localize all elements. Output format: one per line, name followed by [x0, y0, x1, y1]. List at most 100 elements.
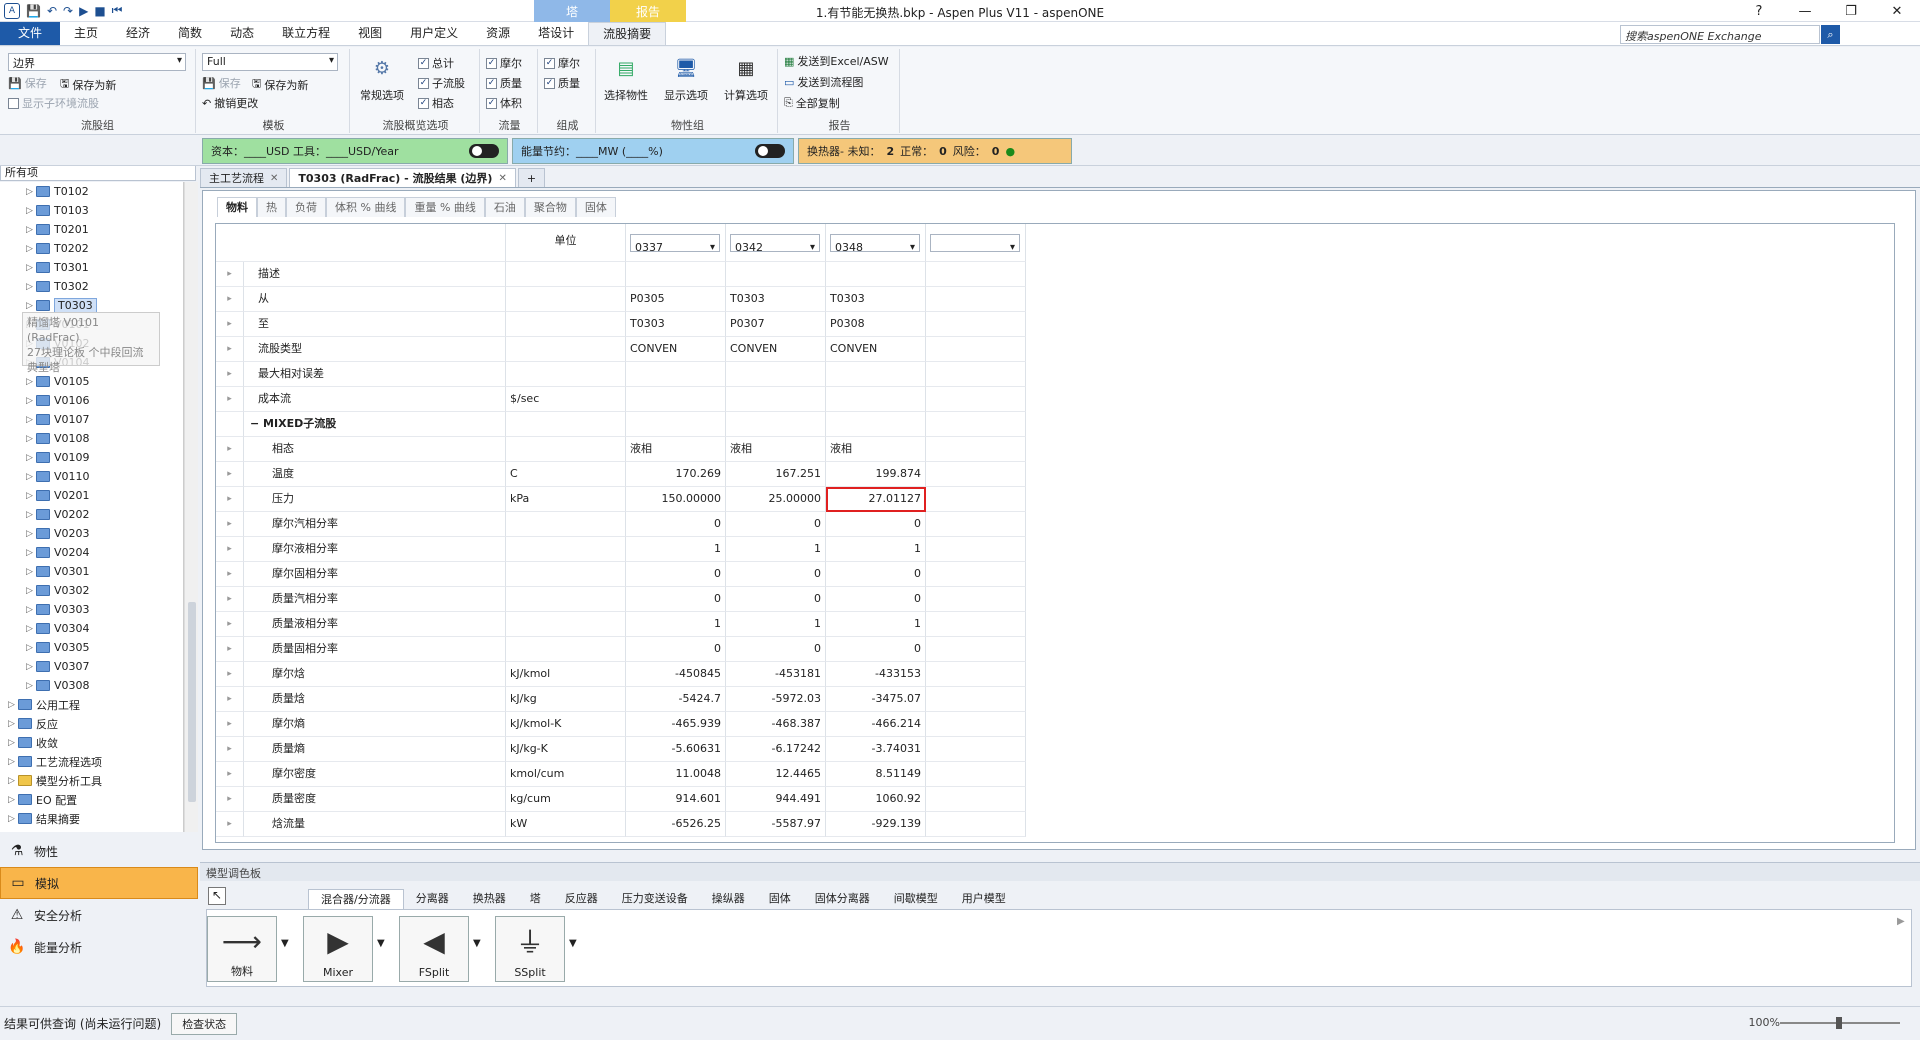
tree-item[interactable]: ▷ V0108: [0, 429, 183, 448]
palette-tab-1[interactable]: 分离器: [404, 889, 461, 909]
subtab-5[interactable]: 石油: [484, 197, 525, 217]
row-expand-icon[interactable]: ▸: [216, 737, 244, 762]
empty-cell[interactable]: [926, 687, 1026, 712]
palette-tab-5[interactable]: 压力变送设备: [610, 889, 700, 909]
template-select[interactable]: Full: [202, 53, 338, 71]
row-expand-icon[interactable]: ▸: [216, 287, 244, 312]
collapse-icon[interactable]: −: [250, 417, 263, 430]
table-row[interactable]: − MIXED子流股: [216, 412, 1894, 437]
expand-icon[interactable]: ▷: [8, 814, 18, 824]
tab-customize[interactable]: 用户定义: [396, 22, 472, 45]
nav-simulation[interactable]: ▭ 模拟: [0, 867, 198, 899]
table-row[interactable]: ▸ 摩尔汽相分率 0 0 0: [216, 512, 1894, 537]
row-expand-icon[interactable]: ▸: [216, 462, 244, 487]
tab-resources[interactable]: 资源: [472, 22, 524, 45]
table-row[interactable]: ▸ 质量汽相分率 0 0 0: [216, 587, 1894, 612]
nav-properties[interactable]: ⚗ 物性: [0, 835, 198, 867]
stream-select[interactable]: [930, 234, 1020, 260]
value-cell[interactable]: 1: [626, 537, 726, 562]
empty-cell[interactable]: [926, 437, 1026, 462]
value-cell[interactable]: 0: [826, 587, 926, 612]
tab-home[interactable]: 主页: [60, 22, 112, 45]
tree-item[interactable]: ▷ T0103: [0, 201, 183, 220]
flow-mole-checkbox[interactable]: ✓ 摩尔: [486, 55, 522, 71]
row-expand-icon[interactable]: [216, 412, 244, 437]
empty-cell[interactable]: [926, 712, 1026, 737]
tree-root-item[interactable]: ▷ 反应: [0, 714, 183, 733]
expand-icon[interactable]: ▷: [8, 757, 18, 767]
check-status-button[interactable]: 检查状态: [171, 1012, 238, 1035]
value-cell[interactable]: CONVEN: [626, 337, 726, 362]
tab-stream-summary[interactable]: 流股摘要: [588, 22, 667, 45]
tree-item[interactable]: ▷ T0302: [0, 277, 183, 296]
dropdown-icon[interactable]: ▼: [281, 938, 289, 949]
subtab-3[interactable]: 体积 % 曲线: [326, 197, 406, 217]
value-cell[interactable]: T0303: [626, 312, 726, 337]
palette-tab-8[interactable]: 固体分离器: [803, 889, 882, 909]
expand-icon[interactable]: ▷: [26, 681, 36, 691]
row-expand-icon[interactable]: ▸: [216, 562, 244, 587]
value-cell[interactable]: 0: [726, 562, 826, 587]
row-expand-icon[interactable]: ▸: [216, 537, 244, 562]
table-row[interactable]: ▸ 摩尔固相分率 0 0 0: [216, 562, 1894, 587]
expand-icon[interactable]: ▷: [26, 301, 36, 311]
expand-icon[interactable]: ▷: [26, 244, 36, 254]
value-cell[interactable]: 0: [626, 562, 726, 587]
maximize-button[interactable]: ❐: [1828, 0, 1874, 22]
palette-tab-0[interactable]: 混合器/分流器: [308, 889, 404, 909]
tab-equation-oriented[interactable]: 联立方程: [268, 22, 344, 45]
value-cell[interactable]: 27.01127: [826, 487, 926, 512]
value-cell[interactable]: 液相: [626, 437, 726, 462]
table-row[interactable]: ▸ 压力 kPa 150.00000 25.00000 27.01127: [216, 487, 1894, 512]
tree-item[interactable]: ▷ T0301: [0, 258, 183, 277]
row-expand-icon[interactable]: ▸: [216, 712, 244, 737]
value-cell[interactable]: -3.74031: [826, 737, 926, 762]
value-cell[interactable]: [726, 262, 826, 287]
expand-icon[interactable]: ▷: [26, 434, 36, 444]
send-excel-button[interactable]: ▦ 发送到Excel/ASW: [784, 53, 889, 69]
palette-tab-7[interactable]: 固体: [757, 889, 803, 909]
value-cell[interactable]: 0: [826, 562, 926, 587]
table-row[interactable]: ▸ 焓流量 kW -6526.25 -5587.97 -929.139: [216, 812, 1894, 837]
palette-tab-3[interactable]: 塔: [518, 889, 553, 909]
value-cell[interactable]: CONVEN: [826, 337, 926, 362]
subtab-7[interactable]: 固体: [575, 197, 616, 217]
tab-dynamics[interactable]: 动态: [216, 22, 268, 45]
close-button[interactable]: ✕: [1874, 0, 1920, 22]
tab-stream-results[interactable]: T0303 (RadFrac) - 流股结果 (边界) ✕: [289, 168, 516, 187]
tree-item[interactable]: ▷ V0307: [0, 657, 183, 676]
value-cell[interactable]: -5587.97: [726, 812, 826, 837]
value-cell[interactable]: 25.00000: [726, 487, 826, 512]
table-row[interactable]: ▸ 摩尔熵 kJ/kmol-K -465.939 -468.387 -466.214: [216, 712, 1894, 737]
row-expand-icon[interactable]: ▸: [216, 612, 244, 637]
row-expand-icon[interactable]: ▸: [216, 312, 244, 337]
nav-scrollbar[interactable]: [184, 182, 198, 832]
tab-view[interactable]: 视图: [344, 22, 396, 45]
empty-cell[interactable]: [926, 262, 1026, 287]
expand-icon[interactable]: ▷: [26, 624, 36, 634]
value-cell[interactable]: -468.387: [726, 712, 826, 737]
empty-cell[interactable]: [926, 462, 1026, 487]
tab-main-flowsheet[interactable]: 主工艺流程 ✕: [200, 168, 288, 187]
row-expand-icon[interactable]: ▸: [216, 637, 244, 662]
substream-checkbox[interactable]: ✓ 子流股: [418, 75, 465, 91]
flow-volume-checkbox[interactable]: ✓ 体积: [486, 95, 522, 111]
nav-safety[interactable]: ⚠ 安全分析: [0, 899, 198, 931]
value-cell[interactable]: -5972.03: [726, 687, 826, 712]
value-cell[interactable]: 914.601: [626, 787, 726, 812]
value-cell[interactable]: -929.139: [826, 812, 926, 837]
palette-tab-10[interactable]: 用户模型: [950, 889, 1018, 909]
empty-cell[interactable]: [926, 787, 1026, 812]
tree-item[interactable]: ▷ T0102: [0, 182, 183, 201]
empty-cell[interactable]: [926, 587, 1026, 612]
block-ssplit[interactable]: ⏚ SSplit: [495, 916, 565, 982]
table-row[interactable]: ▸ 摩尔焓 kJ/kmol -450845 -453181 -433153: [216, 662, 1894, 687]
phase-checkbox[interactable]: ✓ 相态: [418, 95, 454, 111]
value-cell[interactable]: [626, 362, 726, 387]
tree-item[interactable]: ▷ V0203: [0, 524, 183, 543]
save-icon[interactable]: 💾: [26, 4, 41, 18]
value-cell[interactable]: [826, 362, 926, 387]
empty-cell[interactable]: [926, 312, 1026, 337]
tree-root-item[interactable]: ▷ 模型分析工具: [0, 771, 183, 790]
expand-icon[interactable]: ▷: [26, 586, 36, 596]
